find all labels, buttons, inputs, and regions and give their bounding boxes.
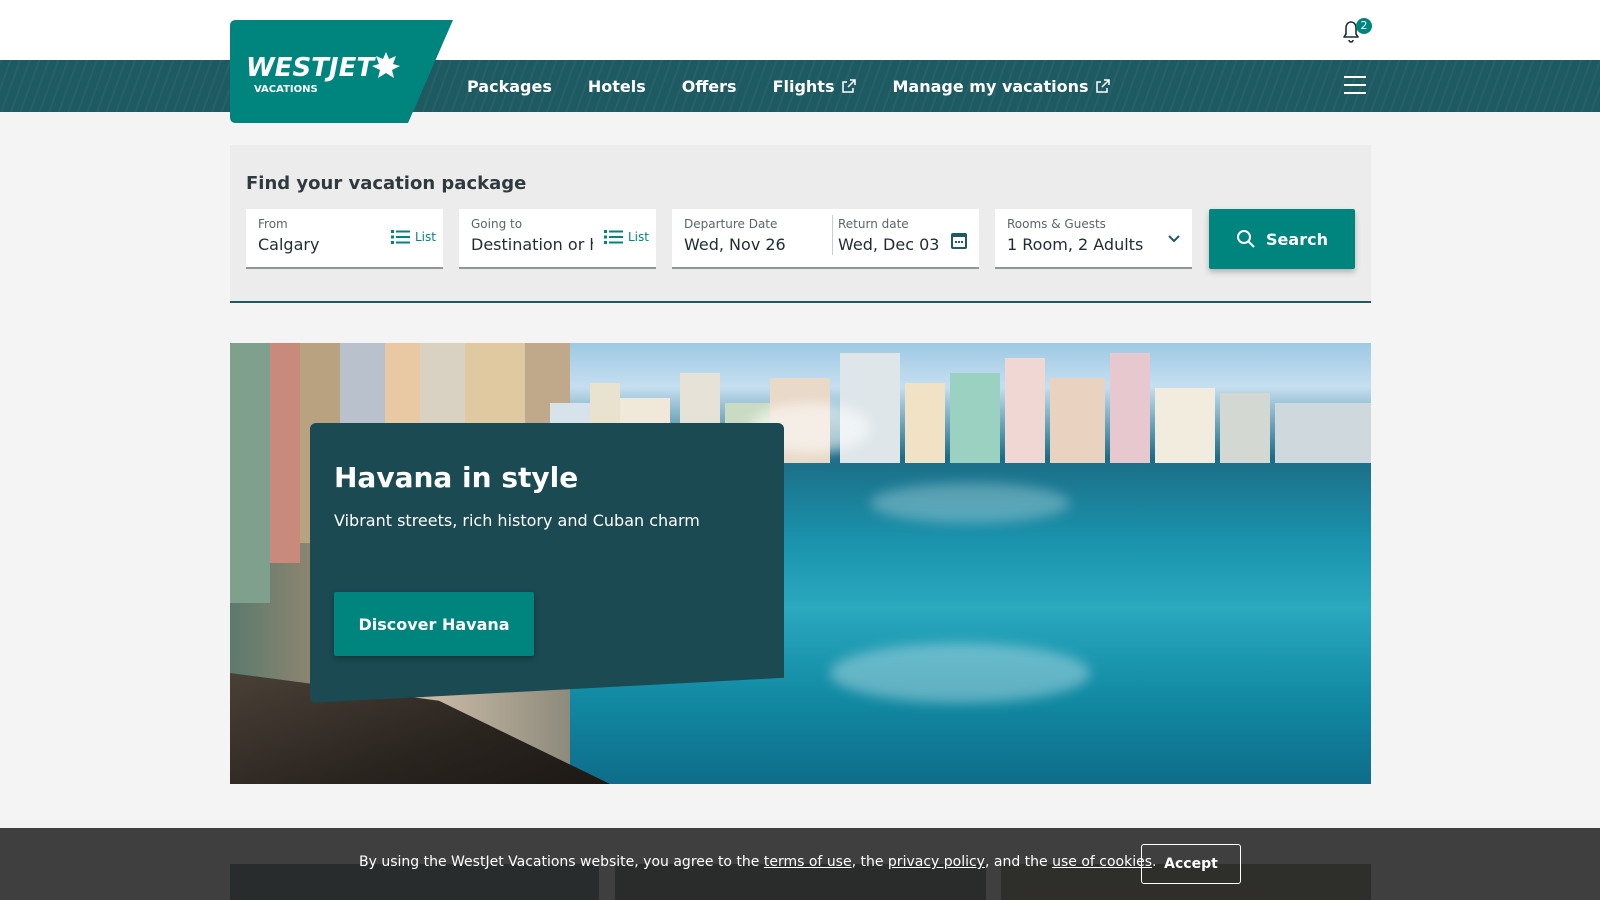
nav-item-offers[interactable]: Offers — [682, 77, 737, 96]
terms-of-use-link[interactable]: terms of use — [764, 854, 852, 870]
logo-text-main: WESTJET — [246, 53, 376, 83]
rooms-guests-value: 1 Room, 2 Adults — [1007, 235, 1144, 254]
from-list-button[interactable]: List — [391, 229, 436, 245]
date-divider — [832, 215, 833, 255]
hamburger-menu-icon[interactable] — [1344, 72, 1366, 94]
accept-cookies-button[interactable]: Accept — [1141, 844, 1241, 884]
vacation-search-panel: Find your vacation package From Calgary … — [230, 145, 1371, 303]
hero-subtitle: Vibrant streets, rich history and Cuban … — [334, 511, 700, 530]
list-icon — [604, 230, 623, 244]
external-link-icon — [1096, 79, 1111, 93]
from-value: Calgary — [258, 235, 320, 254]
external-link-icon — [842, 79, 857, 93]
nav-item-manage-vacations[interactable]: Manage my vacations — [892, 77, 1111, 96]
logo-text-sub: VACATIONS — [254, 84, 318, 95]
nav-item-flights[interactable]: Flights — [773, 77, 857, 96]
going-to-field[interactable]: Going to Destination or h List — [459, 209, 656, 269]
departure-date-value: Wed, Nov 26 — [684, 235, 786, 254]
use-of-cookies-link[interactable]: use of cookies — [1052, 854, 1152, 870]
going-to-list-button[interactable]: List — [604, 229, 649, 245]
rooms-guests-field[interactable]: Rooms & Guests 1 Room, 2 Adults — [995, 209, 1192, 269]
chevron-down-icon — [1168, 235, 1180, 243]
going-to-placeholder: Destination or h — [471, 235, 593, 254]
wave-foam — [870, 483, 1070, 523]
list-icon — [391, 230, 410, 244]
wave-foam — [830, 643, 1090, 703]
nav-item-hotels[interactable]: Hotels — [588, 77, 646, 96]
hero-title: Havana in style — [334, 461, 579, 494]
discover-havana-button[interactable]: Discover Havana — [334, 592, 534, 656]
privacy-policy-link[interactable]: privacy policy — [888, 854, 985, 870]
from-field[interactable]: From Calgary List — [246, 209, 443, 269]
search-button[interactable]: Search — [1209, 209, 1355, 269]
cookie-consent-bar: By using the WestJet Vacations website, … — [0, 828, 1600, 900]
hero-banner: Havana in style Vibrant streets, rich hi… — [230, 343, 1371, 784]
calendar-icon[interactable] — [951, 231, 967, 249]
nav-item-packages[interactable]: Packages — [467, 77, 552, 96]
date-range-field[interactable]: Departure Date Wed, Nov 26 Return date W… — [672, 209, 979, 269]
return-date-value: Wed, Dec 03 — [838, 235, 940, 254]
cookie-consent-text: By using the WestJet Vacations website, … — [359, 854, 1157, 870]
primary-navigation: Packages Hotels Offers Flights Manage my… — [467, 60, 1146, 112]
hero-promo-card: Havana in style Vibrant streets, rich hi… — [310, 423, 784, 703]
westjet-vacations-logo[interactable]: WESTJET VACATIONS — [230, 20, 453, 123]
search-panel-title: Find your vacation package — [246, 173, 527, 194]
notification-count-badge: 2 — [1356, 18, 1372, 34]
search-icon — [1237, 230, 1255, 248]
